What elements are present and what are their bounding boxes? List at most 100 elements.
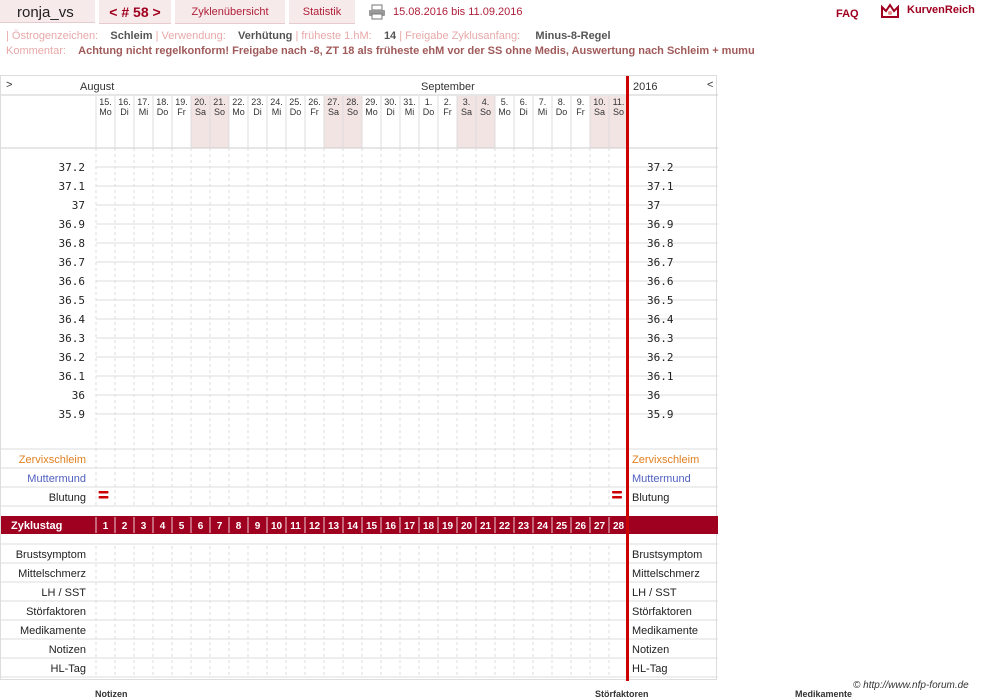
temp-axis-label-left: 36.6 [59, 275, 86, 288]
printer-icon[interactable] [368, 4, 386, 20]
day-date: 28. [346, 97, 359, 107]
cycle-day-number: 7 [217, 521, 223, 532]
tab-cycle-overview[interactable]: Zyklenübersicht [175, 0, 285, 24]
stoerfaktoren-heading: Störfaktoren [595, 689, 649, 699]
day-date: 19. [175, 97, 188, 107]
day-date: 16. [118, 97, 131, 107]
row-label-right: Störfaktoren [632, 606, 692, 618]
cycle-day-number: 8 [236, 521, 242, 532]
day-date: 24. [270, 97, 283, 107]
cycle-day-number: 26 [575, 521, 587, 532]
row-label-right: Notizen [632, 644, 669, 656]
nav-prev-button[interactable]: > [6, 79, 12, 91]
cycle-day-number: 10 [271, 521, 283, 532]
nav-next-button[interactable]: < [707, 79, 713, 91]
row-label-right: Mittelschmerz [632, 568, 700, 580]
day-date: 2. [444, 97, 452, 107]
day-weekday: Di [120, 107, 129, 117]
day-weekday: Sa [461, 107, 472, 117]
day-date: 1. [425, 97, 433, 107]
day-date: 22. [232, 97, 245, 107]
temp-axis-label-left: 36.8 [59, 237, 86, 250]
cycle-day-number: 9 [255, 521, 261, 532]
temp-axis-label-left: 36.2 [59, 351, 86, 364]
cycle-day-number: 21 [480, 521, 492, 532]
cycle-number-nav[interactable]: < # 58 > [99, 0, 171, 24]
copyright[interactable]: © http://www.nfp-forum.de [853, 680, 969, 691]
temp-axis-label-right: 36.3 [647, 332, 674, 345]
temp-axis-label-left: 36.4 [59, 313, 86, 326]
temp-axis-label-right: 37.2 [647, 161, 674, 174]
release-value: Minus-8-Regel [535, 30, 611, 42]
temp-axis-label-left: 35.9 [59, 408, 86, 421]
day-weekday: Fr [443, 107, 452, 117]
day-weekday: So [480, 107, 491, 117]
day-weekday: Fr [177, 107, 186, 117]
temp-axis-label-right: 36.7 [647, 256, 674, 269]
cycle-day-number: 15 [366, 521, 378, 532]
temp-axis-label-left: 37.2 [59, 161, 86, 174]
bleeding-marker [98, 496, 109, 499]
cycle-day-number: 6 [198, 521, 204, 532]
day-date: 30. [384, 97, 397, 107]
day-weekday: Do [556, 107, 568, 117]
cycle-day-number: 13 [328, 521, 340, 532]
username[interactable]: ronja_vs [0, 0, 95, 23]
cycle-day-number: 19 [442, 521, 454, 532]
day-weekday: Mo [232, 107, 245, 117]
cycle-info-line: | Östrogenzeichen: Schleim | Verwendung:… [6, 30, 611, 42]
cycle-day-number: 5 [179, 521, 185, 532]
earliest-label: früheste 1.hM: [301, 30, 372, 42]
row-label-right: LH / SST [632, 587, 677, 599]
cycle-day-number: 18 [423, 521, 435, 532]
temp-axis-label-left: 36.7 [59, 256, 86, 269]
comment-line: Kommentar: Achtung nicht regelkonform! F… [6, 45, 755, 57]
day-date: 4. [482, 97, 490, 107]
comment-label: Kommentar: [6, 45, 66, 57]
day-weekday: Mi [139, 107, 149, 117]
cycle-day-number: 2 [122, 521, 128, 532]
day-date: 27. [327, 97, 340, 107]
temp-axis-label-left: 36 [72, 389, 85, 402]
cycle-day-number: 23 [518, 521, 530, 532]
month-label: September [421, 81, 475, 93]
date-range: 15.08.2016 bis 11.09.2016 [393, 6, 523, 18]
day-date: 10. [593, 97, 606, 107]
cycle-day-number: 12 [309, 521, 321, 532]
day-date: 6. [520, 97, 528, 107]
day-weekday: Di [386, 107, 395, 117]
day-weekday: Di [519, 107, 528, 117]
temp-axis-label-right: 35.9 [647, 408, 674, 421]
day-date: 23. [251, 97, 264, 107]
tab-statistics[interactable]: Statistik [289, 0, 355, 24]
day-weekday: Do [157, 107, 169, 117]
day-weekday: Di [253, 107, 262, 117]
temp-axis-label-right: 36.8 [647, 237, 674, 250]
row-label-left: Blutung [49, 492, 86, 504]
day-weekday: Mi [538, 107, 548, 117]
cycle-day-number: 1 [103, 521, 109, 532]
row-label-left: Mittelschmerz [18, 568, 86, 580]
notes-heading: Notizen [95, 689, 128, 699]
row-label-left: Zervixschleim [19, 454, 86, 466]
temp-axis-label-right: 36 [647, 389, 660, 402]
day-weekday: Sa [195, 107, 206, 117]
day-date: 18. [156, 97, 169, 107]
day-date: 8. [558, 97, 566, 107]
temp-axis-label-left: 37.1 [59, 180, 86, 193]
top-bar: ronja_vs < # 58 > Zyklenübersicht Statis… [0, 0, 981, 25]
day-date: 3. [463, 97, 471, 107]
day-weekday: Mo [365, 107, 378, 117]
row-label-right: HL-Tag [632, 663, 667, 675]
cycle-chart: > August September 2016 <15. Mo 16. Di 17. Mi 18. D… [0, 75, 718, 681]
day-date: 9. [577, 97, 585, 107]
day-weekday: Fr [576, 107, 585, 117]
row-label-left: Medikamente [20, 625, 86, 637]
day-weekday: Sa [328, 107, 339, 117]
row-label-right: Brustsymptom [632, 549, 702, 561]
faq-link[interactable]: FAQ [836, 8, 859, 20]
day-weekday: So [214, 107, 225, 117]
row-label-right: Medikamente [632, 625, 698, 637]
day-weekday: Mo [99, 107, 112, 117]
day-date: 25. [289, 97, 302, 107]
